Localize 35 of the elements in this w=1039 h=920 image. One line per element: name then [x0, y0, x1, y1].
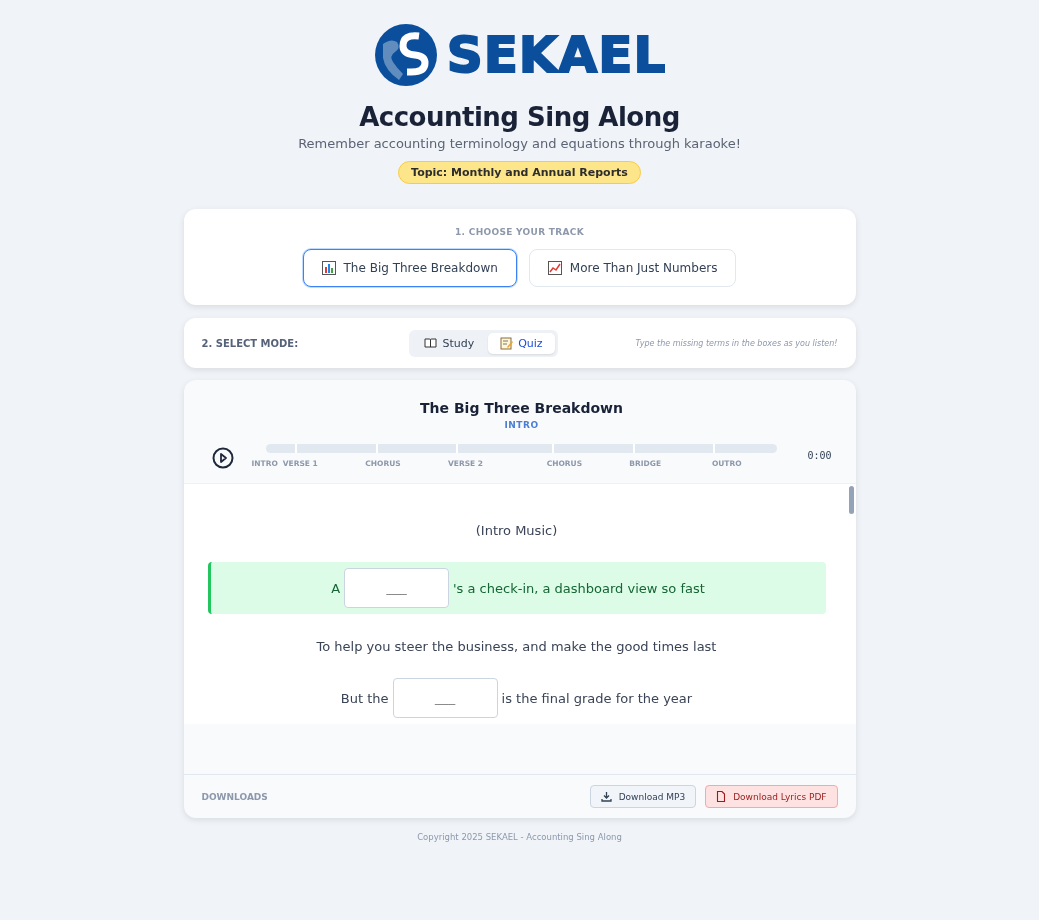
lyric-text: is the final grade for the year: [501, 690, 693, 706]
progress-track[interactable]: [265, 444, 778, 453]
lyric-text: (Intro Music): [475, 522, 558, 538]
topic-badge: Topic: Monthly and Annual Reports: [398, 161, 641, 184]
play-icon[interactable]: [211, 447, 234, 469]
page-title: Accounting Sing Along: [359, 102, 680, 132]
brand-name: SEKAEL: [446, 26, 667, 84]
downloads-heading: DOWNLOADS: [201, 791, 268, 802]
mode-tab[interactable]: Study: [412, 332, 487, 354]
lyric-text: A: [331, 580, 341, 596]
book-icon: [424, 337, 438, 349]
document-icon: [716, 791, 727, 802]
lyric-text: To help you steer the business, and make the good times last: [316, 638, 717, 654]
download-icon: [600, 791, 612, 802]
mode-tab[interactable]: Quiz: [488, 332, 555, 354]
track-button[interactable]: The Big Three Breakdown: [302, 249, 517, 287]
song-title: The Big Three Breakdown: [420, 400, 623, 416]
section-heading: 1. CHOOSE YOUR TRACK: [455, 227, 584, 237]
mode-hint: Type the missing terms in the boxes as you listen!: [635, 338, 838, 348]
answer-box[interactable]: ___: [344, 568, 450, 608]
page-subtitle: Remember accounting terminology and equations through karaoke!: [298, 136, 741, 151]
lyric-text: 's a check-in, a dashboard view so fast: [453, 580, 705, 596]
scrollbar-thumb[interactable]: [848, 486, 854, 514]
answer-box[interactable]: ___: [392, 678, 498, 718]
track-button[interactable]: More Than Just Numbers: [528, 249, 737, 287]
download-button[interactable]: Download MP3: [589, 785, 697, 808]
line-chart-icon: [547, 261, 562, 275]
time-readout: 0:00: [807, 450, 832, 461]
current-section: INTRO: [504, 420, 539, 430]
download-button[interactable]: Download Lyrics PDF: [705, 785, 838, 808]
lyric-text: But the: [340, 690, 389, 706]
section-heading: 2. SELECT MODE:: [201, 337, 300, 349]
memo-icon: [500, 336, 514, 350]
copyright-text: Copyright 2025 SEKAEL - Accounting Sing Along: [417, 832, 622, 842]
bar-chart-icon: [321, 261, 336, 275]
